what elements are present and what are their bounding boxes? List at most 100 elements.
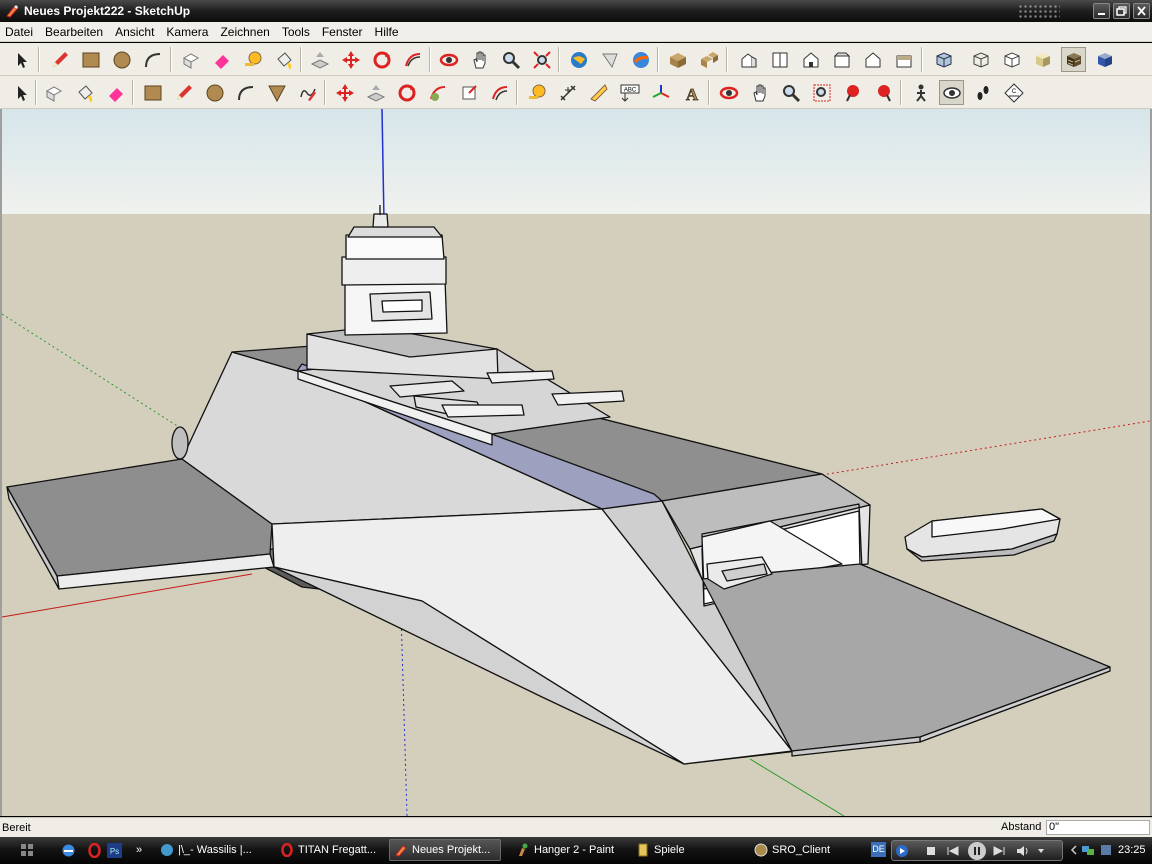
pause-icon[interactable] xyxy=(968,842,986,860)
front-view-tool[interactable] xyxy=(798,47,823,72)
select-tool[interactable] xyxy=(9,80,34,105)
task-wassilis[interactable]: |\_- Wassilis |... xyxy=(156,839,268,861)
arc-tool[interactable] xyxy=(140,47,165,72)
bucket-tool[interactable] xyxy=(72,80,97,105)
followme-tool[interactable] xyxy=(400,47,425,72)
polygon-tool[interactable] xyxy=(264,80,289,105)
followme-tool[interactable] xyxy=(425,80,450,105)
shaded-tool[interactable] xyxy=(1030,47,1055,72)
pan-tool[interactable] xyxy=(747,80,772,105)
menu-hilfe[interactable]: Hilfe xyxy=(369,25,405,39)
pan-tool[interactable] xyxy=(467,47,492,72)
line-tool[interactable] xyxy=(171,80,196,105)
tray-icon[interactable] xyxy=(1098,842,1114,858)
top-view-tool[interactable] xyxy=(767,47,792,72)
back-view-tool[interactable] xyxy=(860,47,885,72)
menu-zeichnen[interactable]: Zeichnen xyxy=(214,25,275,39)
circle-tool[interactable] xyxy=(109,47,134,72)
rectangle-tool[interactable] xyxy=(140,80,165,105)
eraser-tool[interactable] xyxy=(209,47,234,72)
previous-track-icon[interactable] xyxy=(946,844,960,858)
components-tool[interactable] xyxy=(665,47,690,72)
monochrome-tool[interactable] xyxy=(1092,47,1117,72)
media-player-icon[interactable] xyxy=(895,844,909,858)
task-spiele[interactable]: Spiele xyxy=(632,839,742,861)
3d-text-tool[interactable]: A xyxy=(679,80,704,105)
select-tool[interactable] xyxy=(9,47,34,72)
freehand-tool[interactable] xyxy=(295,80,320,105)
quicklaunch-more-icon[interactable]: » xyxy=(131,842,147,858)
xray-tool[interactable] xyxy=(931,47,956,72)
offset-tool[interactable] xyxy=(487,80,512,105)
volume-icon[interactable] xyxy=(1016,844,1030,858)
zoom-extents-tool[interactable] xyxy=(529,47,554,72)
component-tool[interactable] xyxy=(41,80,66,105)
google-earth-tool[interactable] xyxy=(628,47,653,72)
rotate-tool[interactable] xyxy=(369,47,394,72)
menu-fenster[interactable]: Fenster xyxy=(316,25,369,39)
move-tool[interactable] xyxy=(332,80,357,105)
scale-tool[interactable] xyxy=(456,80,481,105)
zoom-window-tool[interactable] xyxy=(809,80,834,105)
tape-tool[interactable] xyxy=(524,80,549,105)
bucket-tool[interactable] xyxy=(271,47,296,72)
menu-ansicht[interactable]: Ansicht xyxy=(109,25,160,39)
rotate-tool[interactable] xyxy=(394,80,419,105)
circle-tool[interactable] xyxy=(202,80,227,105)
restore-button[interactable] xyxy=(1113,3,1130,19)
task-neues-projekt[interactable]: Neues Projekt... xyxy=(389,839,501,861)
orbit-tool[interactable] xyxy=(716,80,741,105)
zoom-tool[interactable] xyxy=(778,80,803,105)
line-tool[interactable] xyxy=(47,47,72,72)
menu-tools[interactable]: Tools xyxy=(276,25,316,39)
look-around-tool[interactable] xyxy=(939,80,964,105)
zoom-tool[interactable] xyxy=(498,47,523,72)
scene-canvas[interactable] xyxy=(2,109,1150,816)
arc-tool[interactable] xyxy=(233,80,258,105)
network-icon[interactable] xyxy=(1080,842,1096,858)
walk-tool[interactable] xyxy=(970,80,995,105)
tape-tool[interactable] xyxy=(240,47,265,72)
close-button[interactable] xyxy=(1133,3,1150,19)
move-tool[interactable] xyxy=(338,47,363,72)
right-view-tool[interactable] xyxy=(829,47,854,72)
menu-kamera[interactable]: Kamera xyxy=(160,25,214,39)
materials-tool[interactable] xyxy=(696,47,721,72)
stop-icon[interactable] xyxy=(924,844,938,858)
wireframe-tool[interactable] xyxy=(968,47,993,72)
position-camera-tool[interactable] xyxy=(908,80,933,105)
hidden-line-tool[interactable] xyxy=(999,47,1024,72)
next-view-tool[interactable] xyxy=(871,80,896,105)
shaded-textures-tool[interactable] xyxy=(1061,47,1086,72)
pushpull-tool[interactable] xyxy=(307,47,332,72)
clock[interactable]: 23:25 xyxy=(1118,844,1146,856)
task-sro-client[interactable]: SRO_Client xyxy=(750,839,862,861)
ie-icon[interactable] xyxy=(60,842,76,858)
language-indicator[interactable]: DE xyxy=(871,842,886,857)
protractor-tool[interactable] xyxy=(586,80,611,105)
iso-view-tool[interactable] xyxy=(736,47,761,72)
photoshop-icon[interactable]: Ps xyxy=(106,842,122,858)
left-view-tool[interactable] xyxy=(891,47,916,72)
media-menu-icon[interactable] xyxy=(1034,844,1048,858)
task-paint[interactable]: Hanger 2 - Paint xyxy=(512,839,624,861)
menu-datei[interactable]: Datei xyxy=(0,25,39,39)
component-tool[interactable] xyxy=(178,47,203,72)
section-plane-tool[interactable]: C xyxy=(1001,80,1026,105)
pushpull-tool[interactable] xyxy=(363,80,388,105)
share-model-tool[interactable] xyxy=(597,47,622,72)
drawing-viewport[interactable] xyxy=(0,109,1152,816)
get-models-tool[interactable] xyxy=(566,47,591,72)
minimize-button[interactable] xyxy=(1093,3,1110,19)
start-grid-icon[interactable] xyxy=(19,842,35,858)
text-tool[interactable]: ABC xyxy=(617,80,642,105)
task-titan[interactable]: TITAN Fregatt... xyxy=(276,839,384,861)
orbit-tool[interactable] xyxy=(436,47,461,72)
measurement-input[interactable]: 0" xyxy=(1046,820,1150,835)
dimension-tool[interactable] xyxy=(555,80,580,105)
previous-view-tool[interactable] xyxy=(840,80,865,105)
opera-icon[interactable] xyxy=(86,842,102,858)
eraser-tool[interactable] xyxy=(103,80,128,105)
next-track-icon[interactable] xyxy=(992,844,1006,858)
menu-bearbeiten[interactable]: Bearbeiten xyxy=(39,25,109,39)
